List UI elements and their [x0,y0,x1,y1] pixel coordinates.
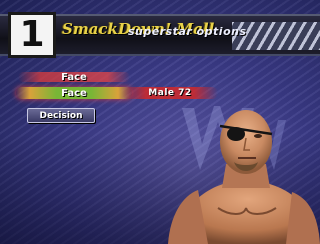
wrestler-portrait-icon [168,110,320,244]
decision-label: Decision [39,110,83,121]
option-label: Face [61,87,87,99]
face-value: Male 72 [148,88,192,98]
face-value-selector[interactable]: Male 72 [122,86,218,100]
player-number-badge: 1 [8,12,56,58]
superstar-options-screen: 1 SmackDown! Mall superstar options Face… [0,0,320,244]
screen-title: superstar options [128,25,247,38]
player-number: 1 [19,14,45,55]
menu-option-face[interactable]: Face [16,86,132,100]
decision-button[interactable]: Decision [27,108,95,123]
category-label: Face [61,71,87,83]
menu-category-face[interactable]: Face [18,70,130,84]
